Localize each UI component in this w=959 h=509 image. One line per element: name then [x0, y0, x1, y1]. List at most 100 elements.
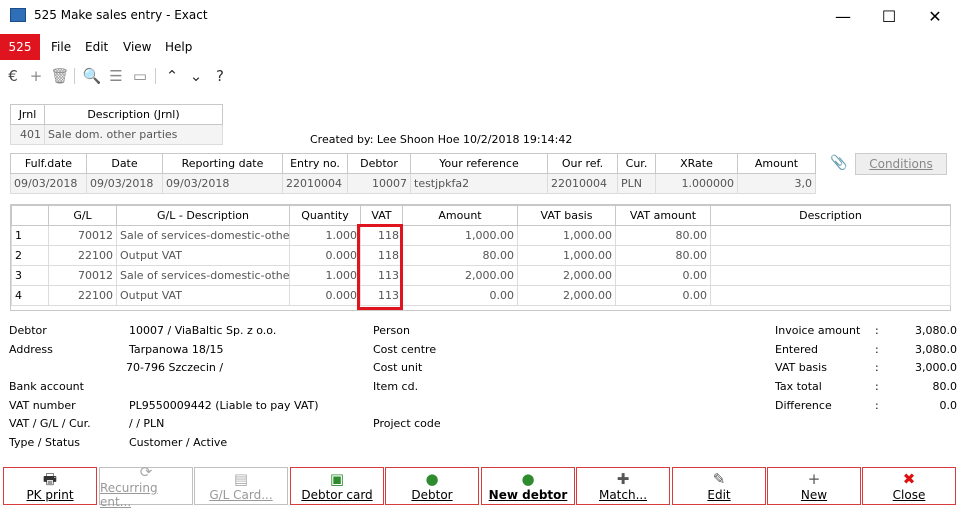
- entry-header-value[interactable]: 09/03/2018: [162, 173, 283, 194]
- up-icon[interactable]: ⌃: [162, 66, 182, 86]
- table-cell[interactable]: [710, 225, 951, 246]
- add-icon[interactable]: +: [26, 66, 46, 86]
- entry-header-value[interactable]: 22010004: [547, 173, 618, 194]
- table-cell[interactable]: 2,000.00: [517, 265, 616, 286]
- close-icon: ✖: [902, 470, 916, 488]
- entry-header-value[interactable]: 3,0: [737, 173, 816, 194]
- debtor-card-button[interactable]: ▣ Debtor card: [290, 467, 384, 505]
- conditions-button[interactable]: Conditions: [855, 153, 947, 175]
- entry-header-value[interactable]: 09/03/2018: [10, 173, 87, 194]
- new-button[interactable]: + New: [767, 467, 861, 505]
- close-window-button[interactable]: ✕: [912, 0, 958, 32]
- table-cell[interactable]: 1.000: [289, 225, 361, 246]
- table-cell[interactable]: 0.00: [402, 285, 518, 306]
- jrnl-number[interactable]: 401: [10, 124, 45, 145]
- recurring-ent-button[interactable]: ⟳ Recurring ent...: [99, 463, 193, 509]
- currency-icon[interactable]: €: [3, 66, 23, 86]
- entry-header-value[interactable]: PLN: [617, 173, 656, 194]
- table-cell[interactable]: 1.000: [289, 265, 361, 286]
- table-cell[interactable]: 0.000: [289, 245, 361, 266]
- total-colon: :: [875, 343, 879, 356]
- table-cell[interactable]: [710, 245, 951, 266]
- entry-header-table: Fulf.date Date Reporting date Entry no. Debt…: [10, 153, 816, 194]
- table-cell[interactable]: 1,000.00: [402, 225, 518, 246]
- edit-button[interactable]: ✎ Edit: [672, 467, 766, 505]
- lines-col-header: VAT basis: [517, 205, 616, 226]
- total-value: 3,080.0: [915, 324, 957, 337]
- table-cell[interactable]: [710, 285, 951, 306]
- total-label: VAT basis: [775, 361, 827, 374]
- menu-file[interactable]: File: [51, 40, 71, 54]
- delete-icon[interactable]: 🗑: [50, 66, 70, 86]
- table-cell[interactable]: 0.00: [615, 265, 711, 286]
- window-title: 525 Make sales entry - Exact: [34, 8, 208, 22]
- attachment-icon[interactable]: 📎: [830, 155, 847, 171]
- pk-print-button[interactable]: 🖶 PK print: [3, 467, 97, 505]
- table-cell[interactable]: 0.00: [615, 285, 711, 306]
- jrnl-description[interactable]: Sale dom. other parties: [44, 124, 223, 145]
- menu-edit[interactable]: Edit: [85, 40, 108, 54]
- new-debtor-button[interactable]: ● New debtor: [481, 467, 575, 505]
- button-label: Match...: [598, 488, 648, 502]
- table-cell[interactable]: 70012: [48, 265, 117, 286]
- table-cell[interactable]: 1,000.00: [517, 245, 616, 266]
- menu-view[interactable]: View: [123, 40, 151, 54]
- table-cell[interactable]: Sale of services-domestic-other: [116, 265, 290, 286]
- detail-value: / / PLN: [129, 417, 165, 430]
- table-cell[interactable]: Output VAT: [116, 245, 290, 266]
- table-cell[interactable]: 22100: [48, 245, 117, 266]
- table-cell[interactable]: [710, 265, 951, 286]
- maximize-button[interactable]: ☐: [866, 0, 912, 32]
- button-label: Debtor card: [301, 488, 373, 502]
- button-label: Close: [892, 488, 926, 502]
- table-row[interactable]: 4 22100 Output VAT 0.000 113 0.00 2,000.00 0.00: [11, 285, 951, 306]
- table-cell[interactable]: 2,000.00: [517, 285, 616, 306]
- total-value: 0.0: [939, 399, 958, 412]
- total-label: Difference: [775, 399, 832, 412]
- menu-help[interactable]: Help: [165, 40, 192, 54]
- table-cell[interactable]: 2: [11, 245, 49, 266]
- detail-mid-label: Item cd.: [373, 380, 419, 393]
- table-cell[interactable]: 70012: [48, 225, 117, 246]
- debtor-button[interactable]: ● Debtor: [385, 467, 479, 505]
- lines-col-header: G/L: [48, 205, 117, 226]
- detail-value: Tarpanowa 18/15: [129, 343, 224, 356]
- table-cell[interactable]: Output VAT: [116, 285, 290, 306]
- table-cell[interactable]: Sale of services-domestic-other: [116, 225, 290, 246]
- table-row[interactable]: 2 22100 Output VAT 0.000 118 80.00 1,000.00 80.…: [11, 245, 951, 266]
- table-cell[interactable]: 22100: [48, 285, 117, 306]
- list-icon[interactable]: ☰: [106, 66, 126, 86]
- help-icon[interactable]: ?: [210, 66, 230, 86]
- match-button[interactable]: ✚ Match...: [576, 467, 670, 505]
- note-icon[interactable]: ▭: [130, 66, 150, 86]
- entry-header-col: Your reference: [410, 153, 548, 174]
- table-cell[interactable]: 3: [11, 265, 49, 286]
- g-l-card-button[interactable]: ▤ G/L Card...: [194, 467, 288, 505]
- table-cell[interactable]: 80.00: [615, 225, 711, 246]
- zoom-doc-icon[interactable]: 🔍: [82, 66, 102, 86]
- down-icon[interactable]: ⌄: [186, 66, 206, 86]
- entry-header-col: Date: [86, 153, 163, 174]
- detail-mid-label: Cost centre: [373, 343, 437, 356]
- table-cell[interactable]: 1,000.00: [517, 225, 616, 246]
- entry-header-value[interactable]: 1.000000: [655, 173, 738, 194]
- entry-header-value[interactable]: 09/03/2018: [86, 173, 163, 194]
- table-row[interactable]: 1 70012 Sale of services-domestic-other 1.0…: [11, 225, 951, 246]
- close-button[interactable]: ✖ Close: [862, 467, 956, 505]
- lines-table: G/L G/L - Description Quantity VAT Amount VAT…: [11, 205, 951, 306]
- table-cell[interactable]: 4: [11, 285, 49, 306]
- total-value: 80.0: [932, 380, 958, 393]
- contact-card-icon: ▣: [329, 470, 345, 488]
- entry-header-value[interactable]: testjpkfa2: [410, 173, 548, 194]
- table-cell[interactable]: 80.00: [615, 245, 711, 266]
- table-cell[interactable]: 0.000: [289, 285, 361, 306]
- entry-header-value[interactable]: 22010004: [282, 173, 348, 194]
- table-cell[interactable]: 80.00: [402, 245, 518, 266]
- table-row[interactable]: 3 70012 Sale of services-domestic-other 1.0…: [11, 265, 951, 286]
- table-cell[interactable]: 1: [11, 225, 49, 246]
- minimize-button[interactable]: —: [820, 0, 866, 32]
- entry-header-value[interactable]: 10007: [347, 173, 411, 194]
- detail-label: Address: [9, 343, 53, 356]
- entry-header-col: Cur.: [617, 153, 656, 174]
- table-cell[interactable]: 2,000.00: [402, 265, 518, 286]
